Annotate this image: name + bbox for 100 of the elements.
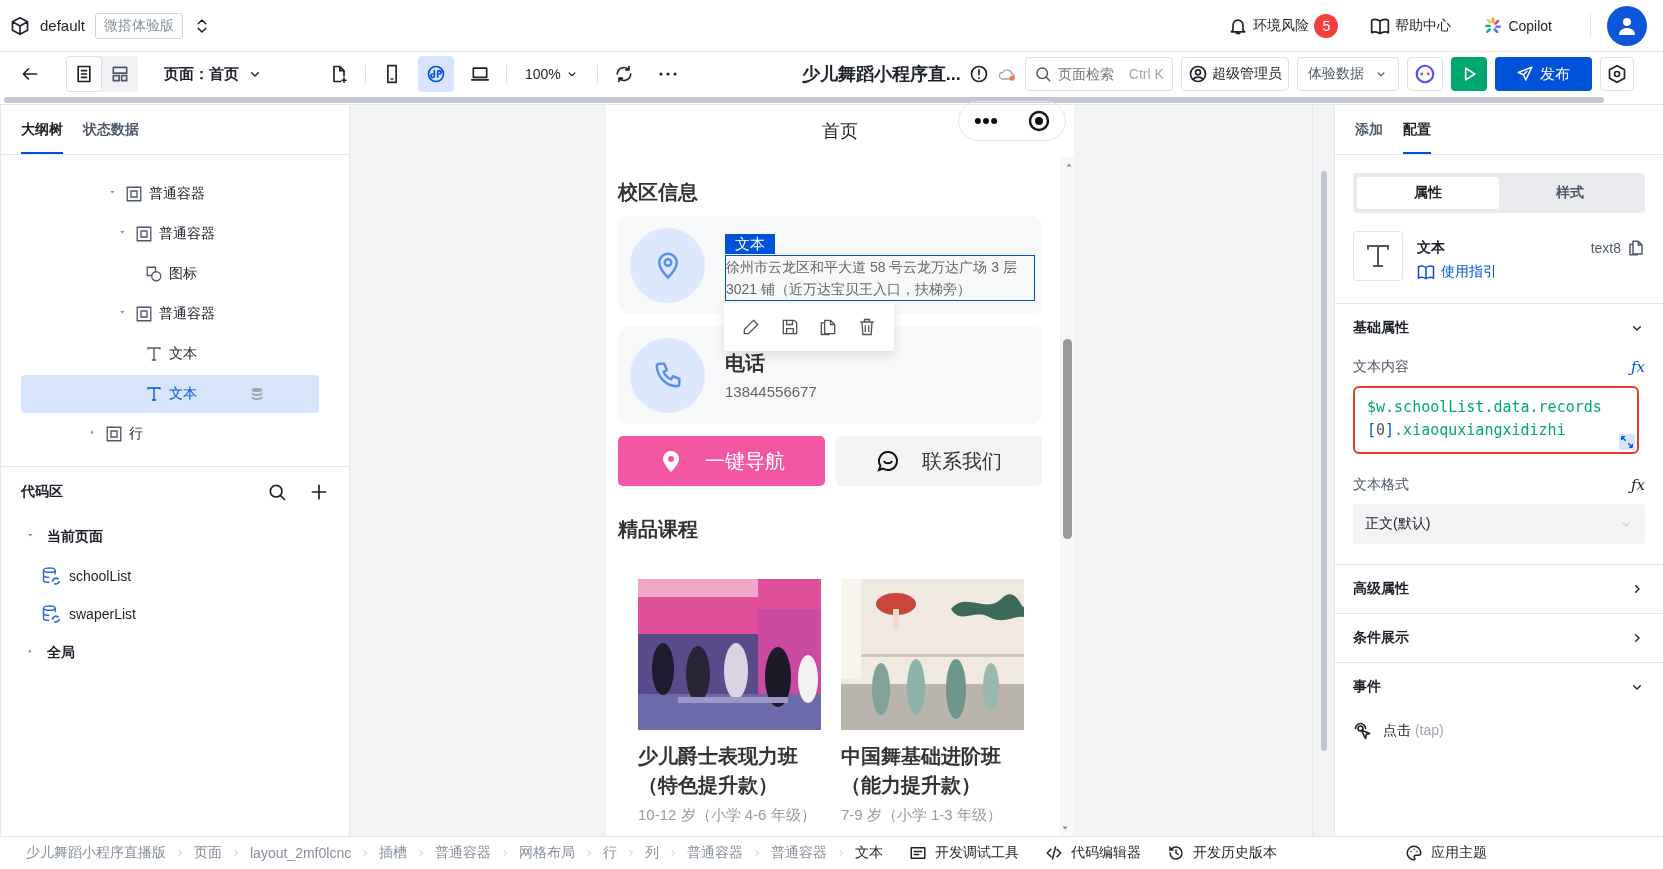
terminal-icon	[909, 844, 928, 862]
code-group[interactable]: 全局	[21, 633, 329, 673]
tree-item[interactable]: 文本	[21, 375, 319, 413]
user-avatar[interactable]	[1607, 5, 1647, 46]
shortcut-hint: Ctrl K	[1128, 66, 1164, 82]
search-icon[interactable]	[267, 482, 287, 502]
text-icon	[145, 345, 163, 363]
env-risk-button[interactable]: 环境风险 5	[1228, 13, 1339, 38]
page-select[interactable]: 页面：首页	[164, 64, 263, 84]
search-icon	[1033, 65, 1052, 83]
tree-item[interactable]: 图标	[21, 255, 319, 293]
scrollbar-thumb[interactable]	[1320, 171, 1327, 751]
phone-label: 电话	[725, 351, 766, 376]
code-item[interactable]: swaperList	[21, 595, 329, 633]
settings-button[interactable]	[1599, 57, 1634, 91]
section-header[interactable]: 事件	[1353, 663, 1645, 711]
copilot-button[interactable]: Copilot	[1483, 15, 1552, 36]
database-icon	[249, 386, 265, 402]
segment-tab[interactable]: 属性	[1357, 177, 1499, 209]
course-age: 7-9 岁（小学 1-3 年级）	[841, 806, 1003, 825]
bot-icon	[1413, 63, 1436, 85]
dev-tool-button[interactable]: 代码编辑器	[1045, 844, 1142, 862]
event-label[interactable]: 点击 (tap)	[1383, 722, 1444, 740]
mini-program-view-button[interactable]	[418, 56, 454, 92]
panel-tab[interactable]: 状态数据	[83, 105, 139, 154]
dev-tool-button[interactable]: 开发调试工具	[909, 844, 1020, 862]
layout-icon	[110, 64, 130, 84]
text-icon	[145, 385, 163, 403]
target-icon	[1027, 109, 1051, 133]
dev-tool-button[interactable]: 应用主题	[1405, 844, 1488, 862]
code-item[interactable]: schoolList	[21, 557, 329, 595]
scrollbar-thumb[interactable]	[1062, 339, 1072, 539]
send-icon	[1516, 65, 1535, 83]
tree-item-label: 文本	[169, 385, 197, 403]
user-icon	[1187, 64, 1208, 84]
code-area-title: 代码区	[21, 483, 63, 501]
add-icon[interactable]	[309, 482, 329, 502]
container-icon	[105, 425, 123, 443]
container-icon	[135, 305, 153, 323]
tree-item[interactable]: 文本	[21, 335, 319, 373]
tree-item-label: 普通容器	[149, 185, 205, 203]
section-title: 精品课程	[618, 517, 699, 542]
tree-item[interactable]: 普通容器	[21, 215, 319, 253]
help-label: 帮助中心	[1395, 16, 1452, 35]
section-header[interactable]: 基础属性	[1353, 304, 1645, 352]
component-id: text8	[1590, 240, 1621, 256]
tree-item-label: 文本	[169, 345, 197, 363]
copilot-icon	[1483, 15, 1504, 36]
publish-button[interactable]: 发布	[1494, 57, 1592, 91]
code-icon	[1045, 844, 1064, 862]
usage-guide-link[interactable]: 使用指引	[1417, 263, 1497, 281]
code-input-field[interactable]: $w.schoolList.data.records [0].xiaoquxiangxidizhi	[1353, 386, 1639, 454]
laptop-icon	[470, 64, 490, 84]
more-icon	[657, 70, 678, 78]
edit-icon[interactable]	[741, 317, 762, 337]
database-sync-icon	[41, 566, 61, 586]
contact-button[interactable]: 联系我们	[835, 436, 1042, 486]
panel-tab[interactable]: 大纲树	[21, 105, 63, 154]
section-header[interactable]: 条件展示	[1353, 614, 1645, 662]
expand-icon[interactable]	[1619, 434, 1635, 450]
field-label: 文本格式	[1353, 476, 1409, 494]
breadcrumb-link[interactable]: 文本	[855, 844, 884, 862]
risk-count-badge: 5	[1314, 13, 1339, 38]
code-item-label: schoolList	[69, 568, 132, 584]
zoom-select[interactable]: 100%	[515, 66, 589, 82]
more-icon	[973, 116, 999, 126]
course-title: 少儿爵士表现力班（特色提升款）	[638, 744, 799, 798]
outline-view-button[interactable]	[66, 56, 102, 92]
admin-user-button[interactable]: 超级管理员	[1180, 57, 1289, 91]
mini-program-icon	[426, 64, 446, 84]
container-icon	[135, 225, 153, 243]
address-text[interactable]: 徐州市云龙区和平大道 58 号云龙万达广场 3 层 3021 铺（近万达宝贝王入口，扶梯旁）	[725, 255, 1035, 301]
preview-button[interactable]	[1450, 57, 1487, 91]
section-header[interactable]: 高级属性	[1353, 565, 1645, 613]
data-select[interactable]: 体验数据	[1296, 57, 1399, 91]
cube-icon	[10, 15, 30, 36]
book-icon	[1417, 263, 1435, 281]
tree-item-label: 普通容器	[159, 305, 215, 323]
panel-tab[interactable]: 配置	[1403, 105, 1431, 154]
tree-item[interactable]: 普通容器	[21, 295, 319, 333]
panel-tab[interactable]: 添加	[1355, 105, 1383, 154]
document-icon	[74, 64, 94, 84]
segment-tab[interactable]: 样式	[1499, 177, 1641, 209]
search-input[interactable]: 页面检索	[1057, 66, 1118, 82]
code-group[interactable]: 当前页面	[21, 517, 329, 557]
assistant-button[interactable]	[1406, 57, 1443, 91]
tree-item[interactable]: 普通容器	[21, 175, 319, 213]
horizontal-scrollbar[interactable]	[4, 97, 1604, 103]
copy-icon[interactable]	[1627, 239, 1645, 257]
copilot-label: Copilot	[1508, 17, 1552, 34]
page-title: 首页	[822, 120, 858, 143]
info-icon[interactable]	[968, 64, 989, 84]
section-title: 校区信息	[618, 180, 699, 205]
help-center-button[interactable]: 帮助中心	[1370, 15, 1452, 36]
env-risk-label: 环境风险	[1253, 16, 1310, 35]
course-title: 中国舞基础进阶班（能力提升款）	[841, 744, 1002, 798]
dev-tool-button[interactable]: 开发历史版本	[1167, 844, 1278, 862]
format-select[interactable]: 正文(默认)	[1353, 504, 1645, 544]
edition-badge: 微搭体验版	[95, 12, 184, 39]
tree-item[interactable]: 行	[21, 415, 319, 453]
